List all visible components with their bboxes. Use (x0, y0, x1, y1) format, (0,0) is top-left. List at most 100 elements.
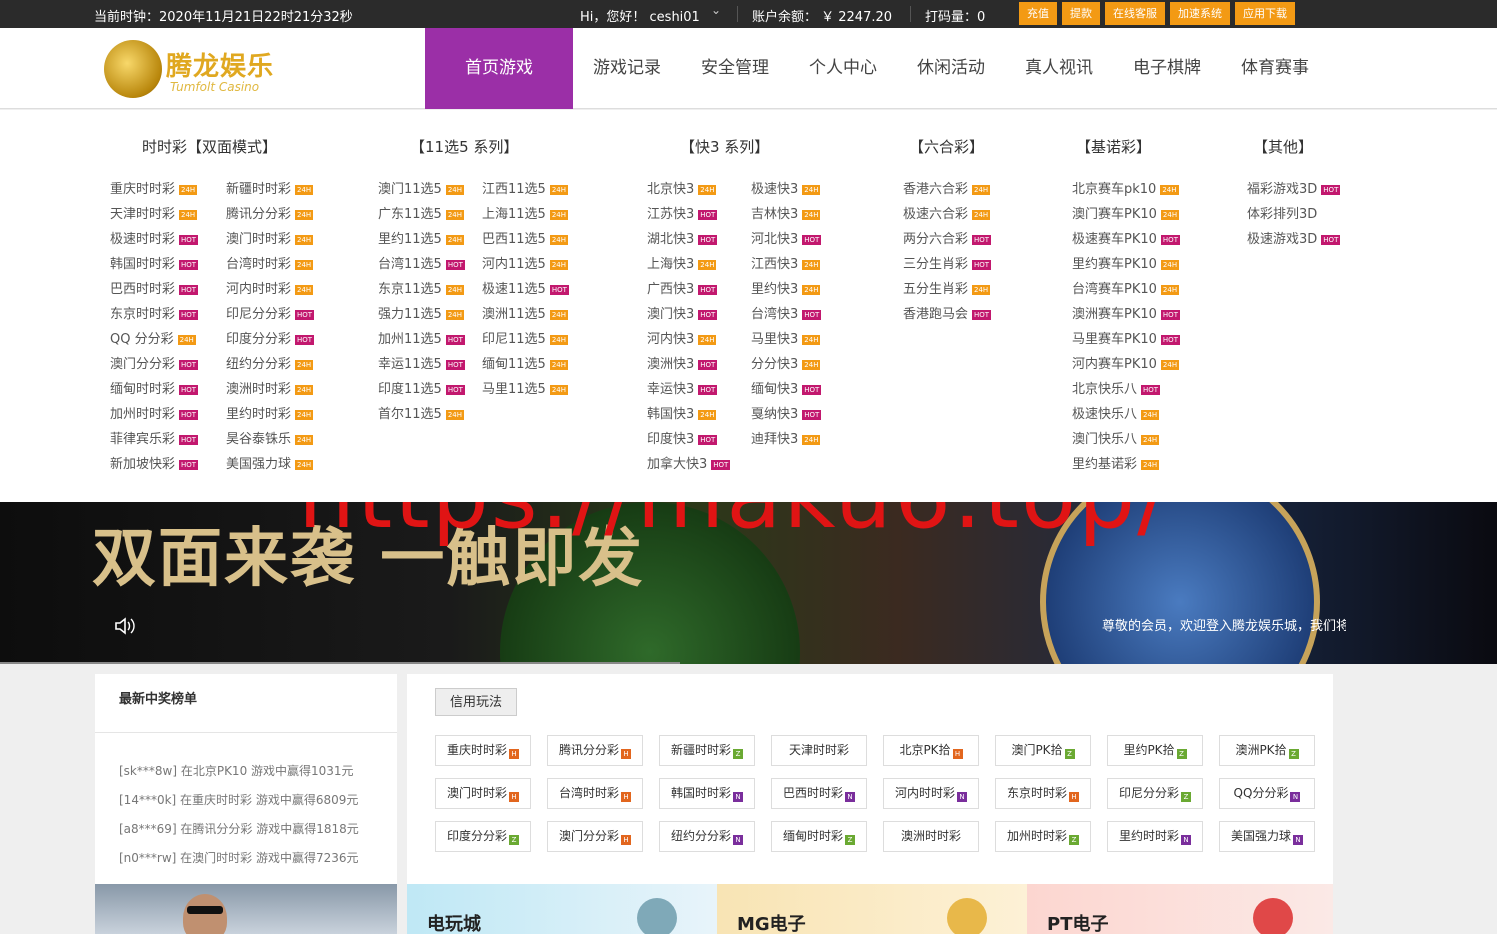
promo-card-pt[interactable]: PT电子 (1027, 884, 1333, 934)
app-download-button[interactable]: 应用下载 (1235, 2, 1295, 25)
menu-game-link[interactable]: 澳洲11选5 24H (482, 306, 572, 323)
menu-game-link[interactable]: 江西快3 24H (751, 256, 841, 273)
menu-game-link[interactable]: 澳门时时彩 24H (226, 231, 328, 248)
menu-game-link[interactable]: 体彩排列3D (1247, 206, 1357, 223)
nav-sports[interactable]: 体育赛事 (1221, 28, 1329, 109)
menu-game-link[interactable]: 香港跑马会 HOT (903, 306, 1013, 323)
menu-game-link[interactable]: 澳门11选5 24H (378, 181, 468, 198)
menu-game-link[interactable]: 迪拜快3 24H (751, 431, 841, 448)
menu-game-link[interactable]: 香港六合彩 24H (903, 181, 1013, 198)
nav-leisure-activities[interactable]: 休闲活动 (897, 28, 1005, 109)
menu-game-link[interactable]: 吉林快3 24H (751, 206, 841, 223)
menu-game-link[interactable]: 极速六合彩 24H (903, 206, 1013, 223)
credit-game-card[interactable]: 加州时时彩 Z (995, 821, 1091, 852)
menu-game-link[interactable]: 加州11选5 HOT (378, 331, 468, 348)
menu-game-link[interactable]: 澳门快3 HOT (647, 306, 737, 323)
logo[interactable]: 腾龙娱乐 Tumfolt Casino (104, 40, 274, 98)
menu-game-link[interactable]: 东京时时彩 HOT (110, 306, 212, 323)
withdraw-button[interactable]: 提款 (1062, 2, 1100, 25)
menu-game-link[interactable]: 澳洲时时彩 24H (226, 381, 328, 398)
nav-personal-center[interactable]: 个人中心 (789, 28, 897, 109)
menu-game-link[interactable]: 里约快3 24H (751, 281, 841, 298)
menu-game-link[interactable]: 广东11选5 24H (378, 206, 468, 223)
deposit-button[interactable]: 充值 (1019, 2, 1057, 25)
menu-game-link[interactable]: 菲律宾乐彩 HOT (110, 431, 212, 448)
menu-game-link[interactable]: 极速快乐八 24H (1072, 406, 1202, 423)
menu-game-link[interactable]: 新加坡快彩 HOT (110, 456, 212, 473)
menu-game-link[interactable]: 极速时时彩 HOT (110, 231, 212, 248)
menu-game-link[interactable]: 极速赛车PK10 HOT (1072, 231, 1202, 248)
menu-game-link[interactable]: 天津时时彩 24H (110, 206, 212, 223)
menu-game-link[interactable]: 澳门赛车PK10 24H (1072, 206, 1202, 223)
nav-game-records[interactable]: 游戏记录 (573, 28, 681, 109)
menu-game-link[interactable]: 湖北快3 HOT (647, 231, 737, 248)
menu-game-link[interactable]: 上海快3 24H (647, 256, 737, 273)
menu-game-link[interactable]: 加州时时彩 HOT (110, 406, 212, 423)
nav-security[interactable]: 安全管理 (681, 28, 789, 109)
menu-game-link[interactable]: 澳洲快3 HOT (647, 356, 737, 373)
tab-credit-play[interactable]: 信用玩法 (435, 688, 518, 716)
menu-game-link[interactable]: 马里赛车PK10 HOT (1072, 331, 1202, 348)
nav-e-chess[interactable]: 电子棋牌 (1113, 28, 1221, 109)
menu-game-link[interactable]: 极速11选5 HOT (482, 281, 572, 298)
credit-game-card[interactable]: 印度分分彩 Z (435, 821, 531, 852)
credit-game-card[interactable]: 里约时时彩 N (1107, 821, 1203, 852)
menu-game-link[interactable]: 河内时时彩 24H (226, 281, 328, 298)
credit-game-card[interactable]: 美国强力球 N (1219, 821, 1315, 852)
menu-game-link[interactable]: 强力11选5 24H (378, 306, 468, 323)
nav-live-video[interactable]: 真人视讯 (1005, 28, 1113, 109)
menu-game-link[interactable]: 腾讯分分彩 24H (226, 206, 328, 223)
credit-game-card[interactable]: QQ分分彩 N (1219, 778, 1315, 809)
menu-game-link[interactable]: 极速快3 24H (751, 181, 841, 198)
credit-game-card[interactable]: 澳门PK拾 Z (995, 735, 1091, 766)
menu-game-link[interactable]: 缅甸快3 HOT (751, 381, 841, 398)
menu-game-link[interactable]: 首尔11选5 24H (378, 406, 468, 423)
menu-game-link[interactable]: 三分生肖彩 HOT (903, 256, 1013, 273)
credit-game-card[interactable]: 澳洲时时彩 (883, 821, 979, 852)
credit-game-card[interactable]: 缅甸时时彩 Z (771, 821, 867, 852)
menu-game-link[interactable]: 韩国时时彩 HOT (110, 256, 212, 273)
credit-game-card[interactable]: 新疆时时彩 Z (659, 735, 755, 766)
menu-game-link[interactable]: 河内快3 24H (647, 331, 737, 348)
menu-game-link[interactable]: 东京11选5 24H (378, 281, 468, 298)
accelerate-system-button[interactable]: 加速系统 (1170, 2, 1230, 25)
menu-game-link[interactable]: 极速游戏3D HOT (1247, 231, 1357, 248)
nav-home-games[interactable]: 首页游戏 (425, 28, 573, 109)
menu-game-link[interactable]: QQ 分分彩 24H (110, 331, 212, 348)
credit-game-card[interactable]: 纽约分分彩 N (659, 821, 755, 852)
menu-game-link[interactable]: 印度快3 HOT (647, 431, 737, 448)
credit-game-card[interactable]: 天津时时彩 (771, 735, 867, 766)
menu-game-link[interactable]: 里约11选5 24H (378, 231, 468, 248)
menu-game-link[interactable]: 马里11选5 24H (482, 381, 572, 398)
credit-game-card[interactable]: 里约PK拾 Z (1107, 735, 1203, 766)
menu-game-link[interactable]: 昊谷泰铢乐 24H (226, 431, 328, 448)
promo-card-mg[interactable]: MG电子 (717, 884, 1027, 934)
menu-game-link[interactable]: 台湾赛车PK10 24H (1072, 281, 1202, 298)
credit-game-card[interactable]: 河内时时彩 N (883, 778, 979, 809)
credit-game-card[interactable]: 巴西时时彩 N (771, 778, 867, 809)
menu-game-link[interactable]: 加拿大快3 HOT (647, 456, 737, 473)
menu-game-link[interactable]: 江西11选5 24H (482, 181, 572, 198)
menu-game-link[interactable]: 巴西11选5 24H (482, 231, 572, 248)
menu-game-link[interactable]: 印尼11选5 24H (482, 331, 572, 348)
menu-game-link[interactable]: 重庆时时彩 24H (110, 181, 212, 198)
menu-game-link[interactable]: 幸运快3 HOT (647, 381, 737, 398)
menu-game-link[interactable]: 台湾快3 HOT (751, 306, 841, 323)
menu-game-link[interactable]: 里约基诺彩 24H (1072, 456, 1202, 473)
menu-game-link[interactable]: 澳洲赛车PK10 HOT (1072, 306, 1202, 323)
speaker-icon[interactable] (114, 616, 136, 636)
menu-game-link[interactable]: 里约赛车PK10 24H (1072, 256, 1202, 273)
menu-game-link[interactable]: 江苏快3 HOT (647, 206, 737, 223)
menu-game-link[interactable]: 北京快乐八 HOT (1072, 381, 1202, 398)
menu-game-link[interactable]: 印尼分分彩 HOT (226, 306, 328, 323)
menu-game-link[interactable]: 台湾11选5 HOT (378, 256, 468, 273)
menu-game-link[interactable]: 马里快3 24H (751, 331, 841, 348)
credit-game-card[interactable]: 重庆时时彩 H (435, 735, 531, 766)
chevron-down-icon[interactable]: ⌄ (711, 3, 721, 17)
menu-game-link[interactable]: 新疆时时彩 24H (226, 181, 328, 198)
online-support-button[interactable]: 在线客服 (1105, 2, 1165, 25)
menu-game-link[interactable]: 北京快3 24H (647, 181, 737, 198)
credit-game-card[interactable]: 台湾时时彩 H (547, 778, 643, 809)
credit-game-card[interactable]: 澳门时时彩 H (435, 778, 531, 809)
promo-banner[interactable]: 双面来袭 一触即发 https://maku6.top/ 尊敬的会员，欢迎登入腾… (0, 502, 1497, 664)
